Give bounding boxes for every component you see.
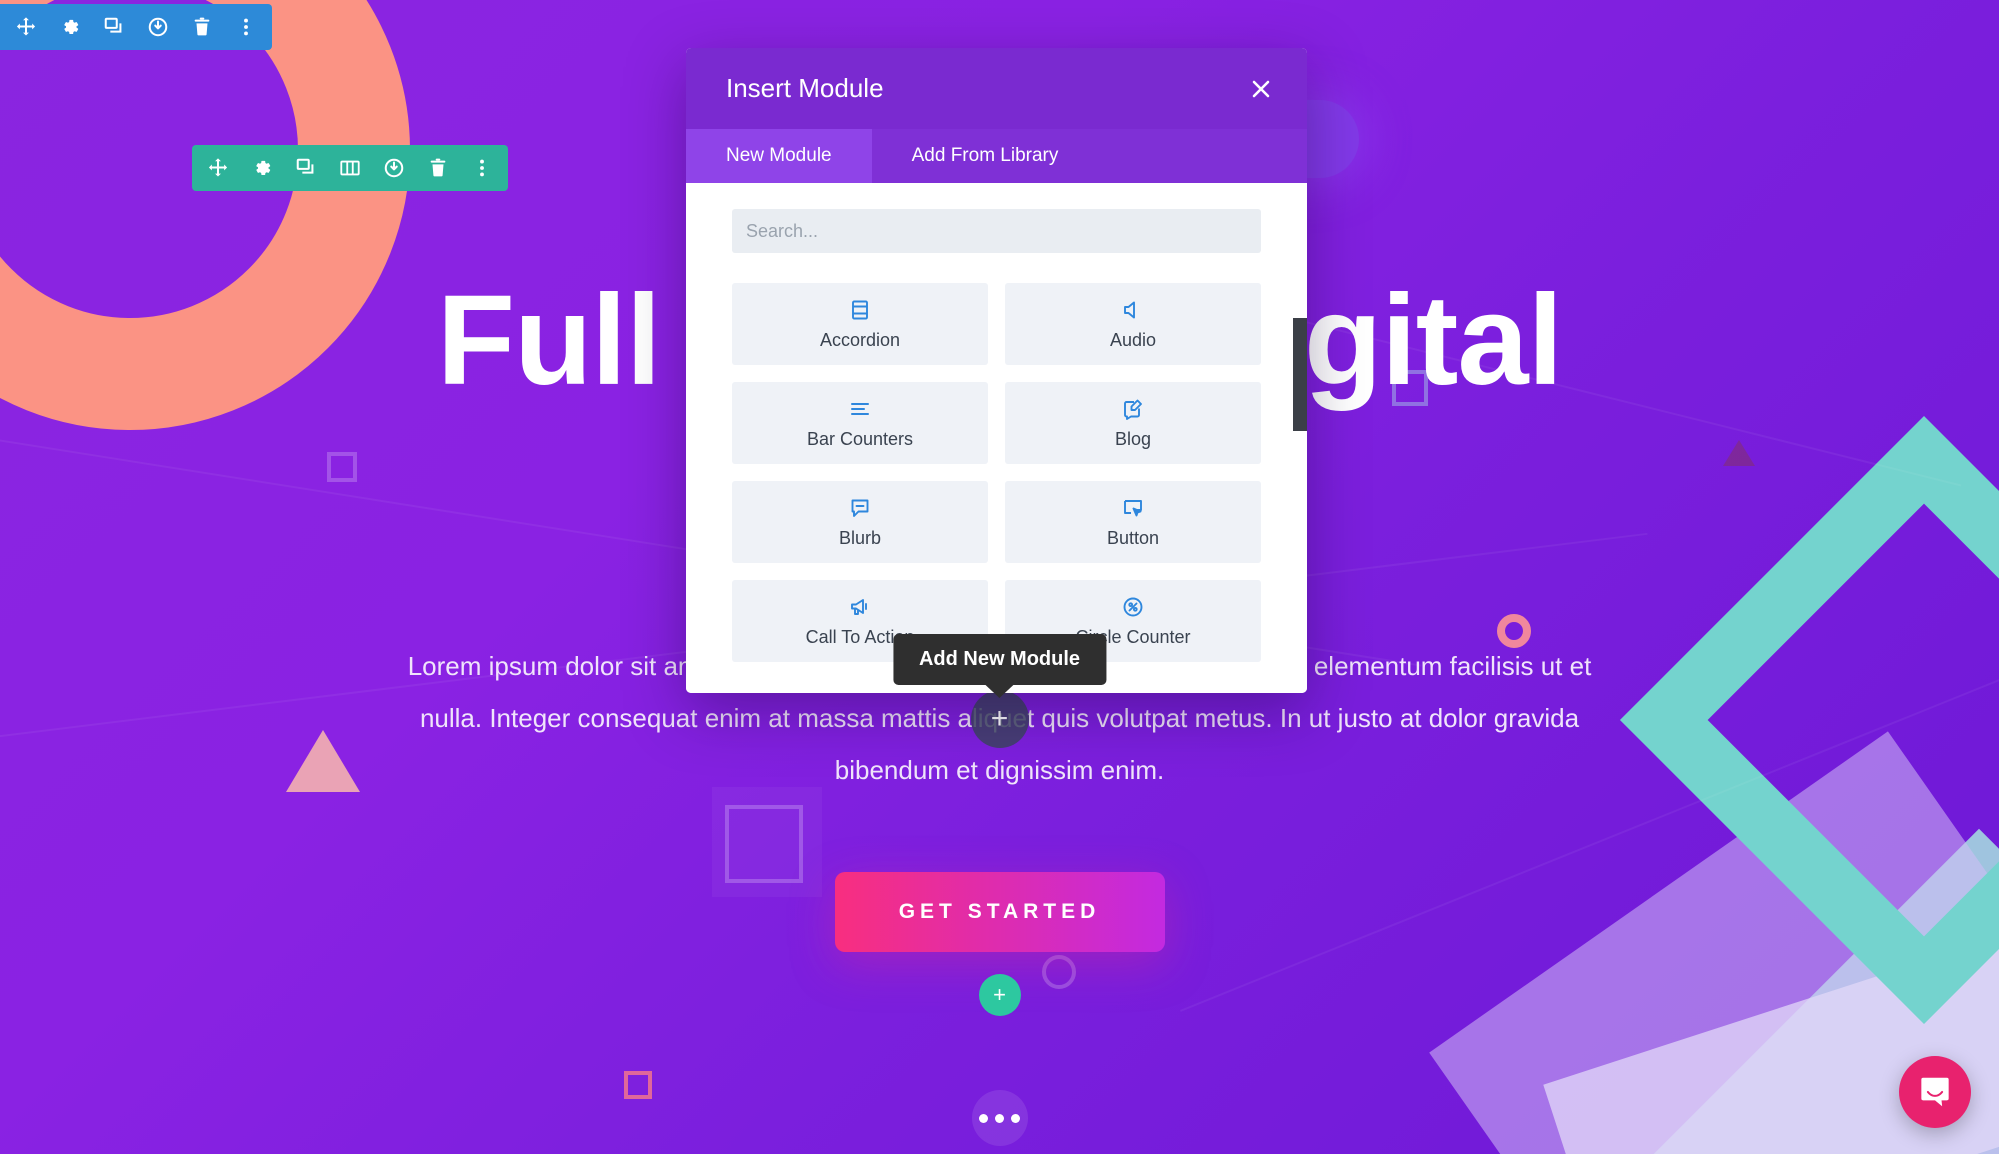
- tab-new-module[interactable]: New Module: [686, 129, 872, 183]
- move-icon[interactable]: [14, 15, 38, 39]
- modal-header: Insert Module: [686, 48, 1307, 129]
- module-label: Button: [1106, 528, 1160, 548]
- trash-icon[interactable]: [426, 156, 450, 180]
- accordion-icon: [848, 297, 872, 323]
- duplicate-icon[interactable]: [294, 156, 318, 180]
- gear-icon[interactable]: [58, 15, 82, 39]
- power-icon[interactable]: [382, 156, 406, 180]
- move-icon[interactable]: [206, 156, 230, 180]
- modal-body: Accordion Audio Bar Counters: [686, 183, 1307, 693]
- ellipsis-icon: [979, 1113, 1020, 1123]
- modal-tabs: New Module Add From Library: [686, 129, 1307, 183]
- page-settings-button[interactable]: [971, 1090, 1028, 1146]
- kebab-icon[interactable]: [470, 156, 494, 180]
- columns-icon[interactable]: [338, 156, 362, 180]
- module-label: Blog: [1114, 429, 1152, 449]
- call-to-action-icon: [848, 594, 872, 620]
- kebab-icon[interactable]: [234, 15, 258, 39]
- search-input[interactable]: [732, 209, 1261, 253]
- blog-icon: [1121, 396, 1145, 422]
- add-module-button[interactable]: +: [970, 690, 1029, 748]
- blurb-icon: [848, 495, 872, 521]
- module-tile-accordion[interactable]: Accordion: [732, 283, 988, 365]
- modal-scrollbar[interactable]: [1293, 318, 1307, 431]
- module-tile-blog[interactable]: Blog: [1005, 382, 1261, 464]
- module-label: Blurb: [838, 528, 882, 548]
- circle-counter-icon: [1121, 594, 1145, 620]
- chat-bubble-icon: [1921, 1077, 1949, 1107]
- tab-add-from-library[interactable]: Add From Library: [872, 129, 1099, 183]
- button-icon: [1121, 495, 1145, 521]
- modal-title: Insert Module: [726, 73, 884, 103]
- audio-icon: [1121, 297, 1145, 323]
- plus-icon: +: [993, 982, 1006, 1007]
- row-toolbar[interactable]: [192, 145, 508, 191]
- module-tile-audio[interactable]: Audio: [1005, 283, 1261, 365]
- module-grid: Accordion Audio Bar Counters Blog Blurb …: [732, 283, 1261, 662]
- module-tile-bar-counters[interactable]: Bar Counters: [732, 382, 988, 464]
- add-new-module-tooltip: Add New Module: [892, 634, 1107, 685]
- insert-module-modal: Insert Module New Module Add From Librar…: [686, 48, 1307, 693]
- module-label: Bar Counters: [806, 429, 914, 449]
- add-row-button[interactable]: +: [978, 974, 1021, 1016]
- module-label: Accordion: [819, 330, 901, 350]
- power-icon[interactable]: [146, 15, 170, 39]
- intercom-launcher[interactable]: [1899, 1056, 1971, 1128]
- trash-icon[interactable]: [190, 15, 214, 39]
- divi-visual-builder-page: Full Service Digital Lorem ipsum dolor s…: [0, 0, 1999, 1154]
- module-tile-button[interactable]: Button: [1005, 481, 1261, 563]
- bar-counters-icon: [848, 396, 872, 422]
- gear-icon[interactable]: [250, 156, 274, 180]
- plus-icon: +: [990, 702, 1009, 735]
- module-tile-blurb[interactable]: Blurb: [732, 481, 988, 563]
- get-started-button[interactable]: GET STARTED: [834, 872, 1165, 952]
- close-icon[interactable]: [1243, 71, 1279, 107]
- section-toolbar[interactable]: [0, 4, 272, 50]
- module-label: Audio: [1109, 330, 1157, 350]
- duplicate-icon[interactable]: [102, 15, 126, 39]
